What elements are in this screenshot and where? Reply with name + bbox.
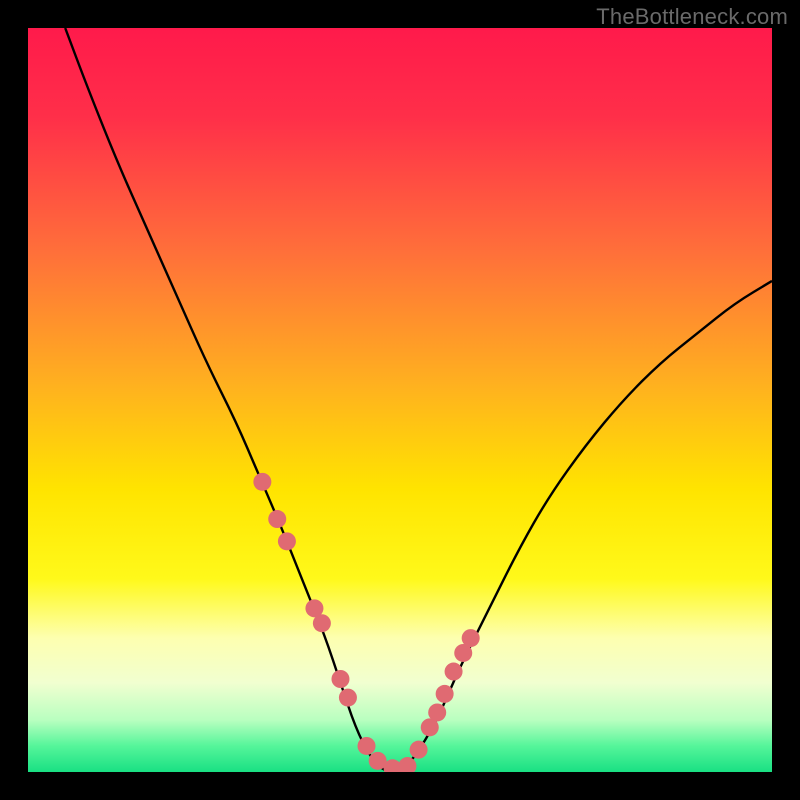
gradient-background (28, 28, 772, 772)
marker-point (313, 614, 331, 632)
marker-point (445, 663, 463, 681)
marker-point (331, 670, 349, 688)
marker-point (462, 629, 480, 647)
marker-point (410, 741, 428, 759)
marker-point (436, 685, 454, 703)
watermark-text: TheBottleneck.com (596, 4, 788, 30)
marker-point (358, 737, 376, 755)
marker-point (253, 473, 271, 491)
chart-svg (28, 28, 772, 772)
marker-point (278, 532, 296, 550)
marker-point (339, 689, 357, 707)
marker-point (268, 510, 286, 528)
chart-frame: TheBottleneck.com (0, 0, 800, 800)
marker-point (428, 703, 446, 721)
plot-area (28, 28, 772, 772)
